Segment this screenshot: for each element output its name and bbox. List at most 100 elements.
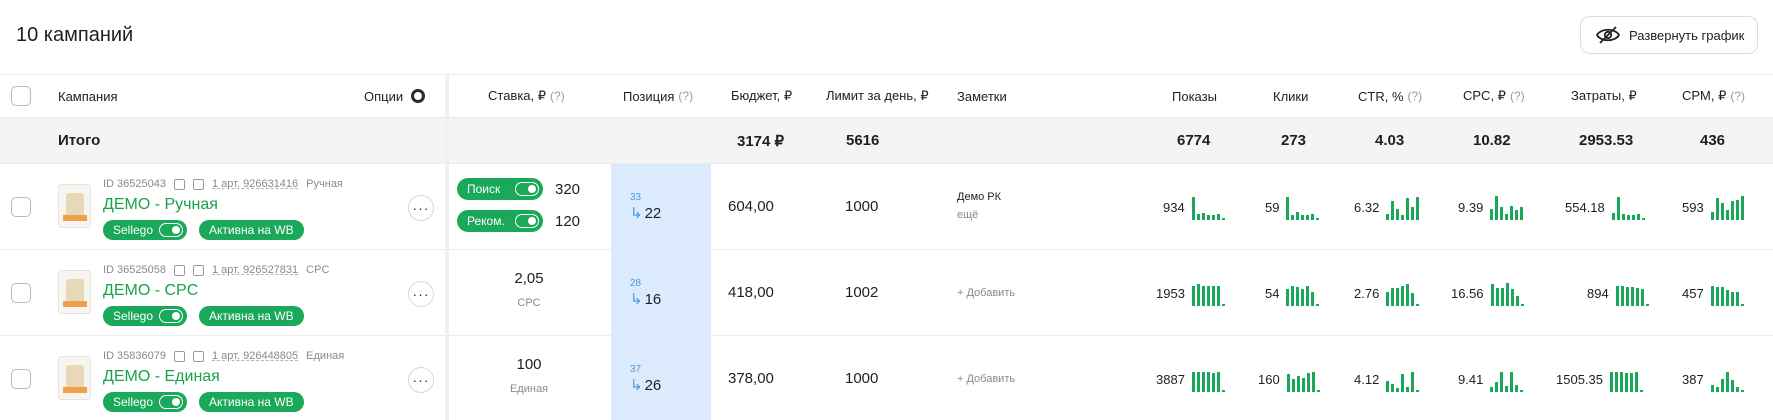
- position-old: 33: [630, 192, 642, 203]
- add-note-button[interactable]: + Добавить: [957, 287, 1015, 299]
- articles-link[interactable]: 1 арт. 926631416: [212, 178, 298, 190]
- status-badge: Активна на WB: [199, 306, 304, 326]
- cpm-help-icon[interactable]: (?): [1730, 89, 1745, 103]
- clicks-sparkline: [1286, 366, 1320, 392]
- options-menu[interactable]: Опции: [364, 75, 426, 117]
- product-thumbnail[interactable]: [58, 356, 91, 400]
- sellego-toggle[interactable]: Sellego: [103, 392, 188, 412]
- sparkline-bar: [1201, 213, 1205, 220]
- external-link-icon[interactable]: [193, 350, 204, 362]
- position-help-icon[interactable]: (?): [678, 89, 693, 103]
- bid-search-value[interactable]: 320: [555, 181, 580, 198]
- external-link-icon[interactable]: [193, 264, 204, 276]
- sparkline-bar: [1510, 289, 1514, 306]
- col-bid[interactable]: Ставка, ₽ (?): [488, 75, 565, 117]
- bid-rec-label: Реком.: [467, 214, 505, 228]
- campaign-name[interactable]: ДЕМО - Ручная: [103, 196, 218, 214]
- copy-icon[interactable]: [174, 350, 185, 362]
- position-new: 22: [644, 205, 662, 222]
- bid-value[interactable]: 2,05: [449, 270, 609, 287]
- row-checkbox[interactable]: [11, 282, 31, 303]
- cpc-sparkline: [1490, 366, 1524, 392]
- sparkline-bar: [1286, 289, 1290, 306]
- sparkline-bar: [1500, 372, 1504, 392]
- toggle-icon: [159, 223, 184, 237]
- sparkline-bar: [1616, 197, 1620, 220]
- clicks-value: 59: [1265, 199, 1280, 215]
- col-spend[interactable]: Затраты, ₽: [1571, 75, 1637, 117]
- spend-value: 1505.35: [1556, 371, 1603, 387]
- row-checkbox[interactable]: [11, 368, 31, 389]
- sellego-toggle[interactable]: Sellego: [103, 306, 188, 326]
- bid-help-icon[interactable]: (?): [550, 89, 565, 103]
- select-all-checkbox[interactable]: [11, 86, 31, 106]
- campaign-type: Единая: [306, 350, 345, 362]
- sellego-toggle[interactable]: Sellego: [103, 220, 188, 240]
- table-row[interactable]: ID 36525043 1 арт. 926631416 Ручная ДЕМО…: [0, 164, 1773, 250]
- note-more-link[interactable]: ещё: [957, 209, 1001, 221]
- more-options-button[interactable]: ···: [408, 367, 434, 393]
- sparkline-bar: [1411, 293, 1415, 306]
- external-link-icon[interactable]: [193, 178, 204, 190]
- cpc-help-icon[interactable]: (?): [1510, 89, 1525, 103]
- col-day-limit[interactable]: Лимит за день, ₽: [826, 75, 929, 117]
- campaign-name[interactable]: ДЕМО - CPC: [103, 282, 198, 300]
- sparkline-bar: [1201, 286, 1205, 306]
- sparkline-bar: [1306, 373, 1310, 392]
- articles-link[interactable]: 1 арт. 926527831: [212, 264, 298, 276]
- sparkline-bar: [1710, 212, 1714, 220]
- table-row[interactable]: ID 35836079 1 арт. 926448805 Единая ДЕМО…: [0, 336, 1773, 420]
- bid-rec-toggle[interactable]: Реком.: [457, 210, 543, 232]
- bid-rec-value[interactable]: 120: [555, 213, 580, 230]
- table-row[interactable]: ID 36525058 1 арт. 926527831 CPC ДЕМО - …: [0, 250, 1773, 336]
- col-position[interactable]: Позиция (?): [623, 75, 693, 117]
- copy-icon[interactable]: [174, 178, 185, 190]
- spend-sparkline: [1610, 366, 1643, 392]
- budget-value[interactable]: 378,00: [728, 336, 774, 420]
- sparkline-bar: [1396, 288, 1400, 306]
- col-cpc[interactable]: CPC, ₽ (?): [1463, 75, 1525, 117]
- sparkline-bar: [1520, 207, 1524, 220]
- day-limit-value[interactable]: 1002: [845, 250, 878, 335]
- col-campaign[interactable]: Кампания: [58, 75, 118, 117]
- more-options-button[interactable]: ···: [408, 281, 434, 307]
- position-cell: 33 ↳ 22: [611, 164, 711, 250]
- ctr-help-icon[interactable]: (?): [1408, 89, 1423, 103]
- col-impressions[interactable]: Показы: [1172, 75, 1217, 117]
- add-note-button[interactable]: + Добавить: [957, 373, 1015, 385]
- col-clicks[interactable]: Клики: [1273, 75, 1308, 117]
- bid-cell: Поиск 320 Реком. 120: [449, 164, 609, 250]
- more-options-button[interactable]: ···: [408, 195, 434, 221]
- sparkline-bar: [1515, 210, 1519, 220]
- col-budget[interactable]: Бюджет, ₽: [731, 75, 792, 117]
- col-cpc-label: CPC, ₽: [1463, 88, 1506, 103]
- bid-value[interactable]: 100: [449, 356, 609, 373]
- sparkline-bar: [1740, 196, 1744, 220]
- articles-link[interactable]: 1 арт. 926448805: [212, 350, 298, 362]
- spend-metric: 1505.35: [1556, 336, 1643, 420]
- col-ctr[interactable]: CTR, % (?): [1358, 75, 1422, 117]
- budget-value[interactable]: 418,00: [728, 250, 774, 335]
- sparkline-bar: [1725, 290, 1729, 306]
- sparkline-bar: [1625, 373, 1628, 392]
- day-limit-value[interactable]: 1000: [845, 164, 878, 249]
- impressions-sparkline: [1191, 194, 1225, 220]
- copy-icon[interactable]: [174, 264, 185, 276]
- row-checkbox[interactable]: [11, 196, 31, 217]
- sparkline-bar: [1191, 286, 1195, 306]
- sparkline-bar: [1735, 387, 1739, 392]
- bid-search-toggle[interactable]: Поиск: [457, 178, 543, 200]
- sparkline-bar: [1206, 215, 1210, 220]
- sparkline-bar: [1615, 286, 1619, 306]
- product-thumbnail[interactable]: [58, 270, 91, 314]
- note-cell[interactable]: Демо РК ещё: [957, 191, 1001, 221]
- budget-value[interactable]: 604,00: [728, 164, 774, 249]
- day-limit-value[interactable]: 1000: [845, 336, 878, 420]
- sparkline-bar: [1401, 215, 1405, 220]
- expand-chart-button[interactable]: Развернуть график: [1580, 16, 1758, 54]
- sparkline-bar: [1306, 215, 1310, 220]
- campaign-name[interactable]: ДЕМО - Единая: [103, 368, 220, 386]
- product-thumbnail[interactable]: [58, 184, 91, 228]
- col-cpm[interactable]: CPM, ₽ (?): [1682, 75, 1745, 117]
- sparkline-bar: [1291, 286, 1295, 306]
